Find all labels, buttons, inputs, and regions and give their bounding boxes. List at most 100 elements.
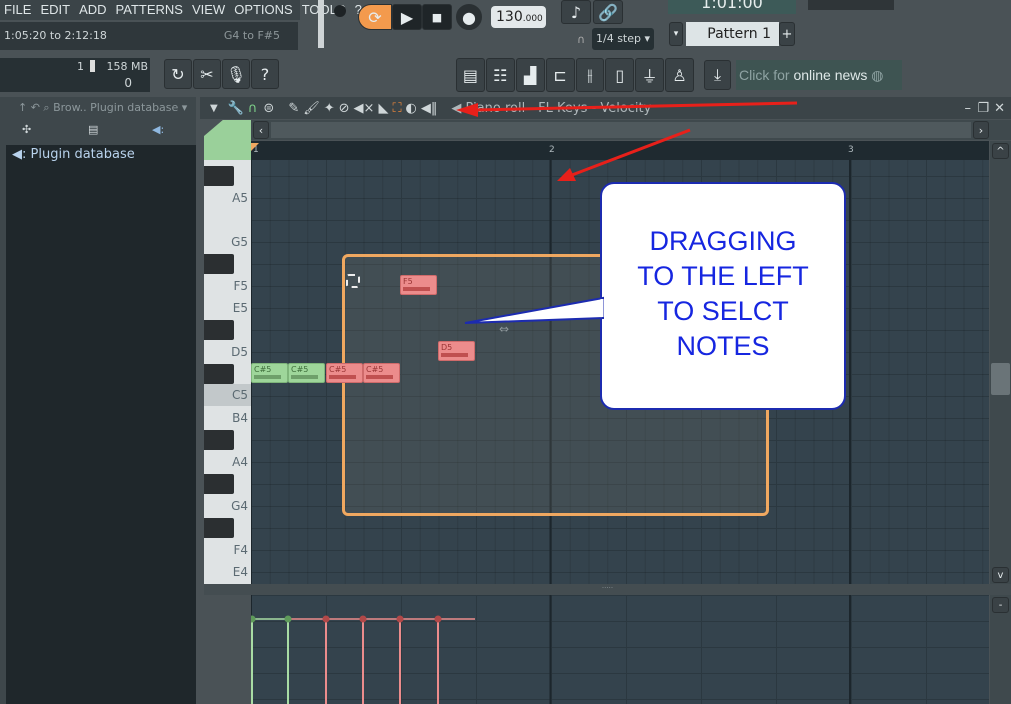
black-key[interactable] bbox=[204, 166, 234, 186]
link-icon[interactable]: 🔗 bbox=[593, 0, 623, 24]
key-label: G5 bbox=[231, 235, 248, 249]
browser-icon[interactable]: ⊏ bbox=[545, 58, 575, 92]
annotation-line: NOTES bbox=[676, 331, 770, 361]
menu-file[interactable]: FILE bbox=[4, 0, 31, 20]
channel-rack-icon[interactable]: ☷ bbox=[485, 58, 515, 92]
mute-icon[interactable]: ◀× bbox=[354, 101, 375, 116]
black-key[interactable] bbox=[204, 364, 234, 384]
note[interactable]: F5 bbox=[400, 275, 437, 295]
microphone-icon[interactable]: 🎙 bbox=[222, 59, 250, 89]
menu-circle-icon[interactable]: ⊜ bbox=[263, 101, 274, 116]
project-icon[interactable]: ▯ bbox=[605, 58, 635, 92]
menu-patterns[interactable]: PATTERNS bbox=[116, 0, 183, 20]
bar-3-label: 3 bbox=[848, 145, 854, 155]
master-pitch-knob[interactable] bbox=[334, 5, 346, 17]
scroll-left-button[interactable]: ‹ bbox=[253, 121, 269, 139]
note[interactable]: C#5 bbox=[251, 363, 288, 383]
polyphony-value: 0 bbox=[124, 76, 132, 90]
horizontal-scrollbar[interactable]: ‹ › bbox=[251, 120, 1011, 140]
pencil-icon[interactable]: ✎ bbox=[288, 101, 299, 116]
scroll-down-button[interactable]: v bbox=[992, 567, 1009, 583]
magnet-icon[interactable]: ∩ bbox=[248, 101, 258, 116]
velocity-zoom-button[interactable]: - bbox=[992, 597, 1009, 613]
select-tool-icon[interactable]: ⛶ bbox=[392, 101, 401, 116]
piano-roll-menu-icon[interactable]: ▼ bbox=[210, 103, 218, 114]
playhead-marker[interactable] bbox=[251, 143, 259, 151]
piano-roll-icon[interactable]: ▟ bbox=[515, 58, 545, 92]
piano-keyboard[interactable]: A5 G5 F5 E5 D5 C5 B4 A4 G4 F4 E4 bbox=[204, 160, 251, 584]
black-key[interactable] bbox=[204, 474, 234, 494]
cut-tools-icon[interactable]: ✂ bbox=[193, 59, 221, 89]
news-prefix: Click for bbox=[739, 67, 794, 83]
black-key[interactable] bbox=[204, 320, 234, 340]
minimize-icon[interactable]: – bbox=[965, 101, 972, 116]
output-monitor bbox=[808, 0, 894, 10]
tool-shortcut-tab[interactable] bbox=[204, 120, 251, 160]
scroll-right-button[interactable]: › bbox=[973, 121, 989, 139]
pattern-prev-button[interactable]: ▾ bbox=[669, 22, 683, 46]
help-icon[interactable]: ? bbox=[251, 59, 279, 89]
note[interactable]: C#5 bbox=[363, 363, 400, 383]
pattern-song-toggle[interactable]: ⟳ bbox=[358, 4, 392, 30]
vertical-scrollbar[interactable]: ^ v bbox=[990, 141, 1011, 585]
waveform-icon[interactable]: ✣ bbox=[22, 123, 31, 136]
event-editor-splitter[interactable]: ····· bbox=[204, 584, 1011, 595]
browser-item-plugin-database[interactable]: ◀: Plugin database bbox=[6, 145, 196, 164]
black-key[interactable] bbox=[204, 430, 234, 450]
maximize-icon[interactable]: ❐ bbox=[977, 101, 989, 116]
playlist-icon[interactable]: ▤ bbox=[456, 58, 485, 92]
browser-item-label: Plugin database bbox=[30, 147, 135, 162]
menu-edit[interactable]: EDIT bbox=[40, 0, 70, 20]
stop-button[interactable]: ■ bbox=[422, 4, 452, 30]
zoom-icon[interactable]: ◐ bbox=[406, 101, 417, 116]
close-icon[interactable]: ✕ bbox=[994, 101, 1005, 116]
slice-icon[interactable]: ◣ bbox=[378, 101, 388, 116]
typing-keyboard-icon[interactable]: ♪ bbox=[561, 0, 591, 24]
files-icon[interactable]: ▤ bbox=[88, 123, 98, 136]
select-cursor-icon bbox=[346, 274, 360, 288]
master-volume-slider[interactable] bbox=[318, 0, 324, 48]
vertical-scroll-thumb[interactable] bbox=[991, 363, 1010, 395]
key-label: E4 bbox=[232, 565, 248, 579]
menu-view[interactable]: VIEW bbox=[192, 0, 225, 20]
paint-brush-icon[interactable]: 🖌 bbox=[303, 101, 320, 116]
tempo-decimal: .000 bbox=[522, 14, 543, 24]
velocity-lane[interactable] bbox=[251, 595, 989, 704]
performance-icon[interactable]: ♙ bbox=[665, 58, 694, 92]
record-button[interactable]: ● bbox=[456, 4, 482, 30]
wrench-icon[interactable]: 🔧 bbox=[228, 101, 244, 116]
mute-tool-icon[interactable]: ⊘ bbox=[339, 101, 350, 116]
key-label: B4 bbox=[232, 411, 248, 425]
hint-note-range: G4 to F#5 bbox=[223, 29, 280, 42]
ram-value: 158 MB bbox=[106, 60, 148, 73]
add-pattern-button[interactable]: + bbox=[779, 22, 795, 46]
play-button[interactable]: ▶ bbox=[392, 4, 422, 30]
velocity-scrollbar[interactable]: - bbox=[990, 595, 1011, 704]
delete-tool-icon[interactable]: ✦ bbox=[324, 101, 335, 116]
cpu-bar bbox=[90, 60, 95, 72]
speaker-icon[interactable]: ◀: bbox=[152, 123, 164, 136]
playback-icon[interactable]: ◀‖ bbox=[421, 101, 438, 116]
velocity-stem bbox=[434, 615, 442, 704]
snap-select[interactable]: 1/4 step ▾ bbox=[592, 28, 654, 50]
horizontal-scroll-thumb[interactable] bbox=[271, 122, 971, 138]
undo-icon[interactable]: ↻ bbox=[164, 59, 192, 89]
mixer-icon[interactable]: ⫲ bbox=[575, 58, 605, 92]
scroll-up-button[interactable]: ^ bbox=[992, 143, 1009, 159]
menu-add[interactable]: ADD bbox=[79, 0, 106, 20]
plugin-icon[interactable]: ⏚ bbox=[635, 58, 665, 92]
key-label: F5 bbox=[233, 279, 248, 293]
pattern-selector[interactable]: Pattern 1 bbox=[686, 22, 779, 46]
tempo-field[interactable]: 130.000 bbox=[491, 6, 546, 28]
black-key[interactable] bbox=[204, 518, 234, 538]
online-news-button[interactable]: Click for online news ◍ bbox=[736, 60, 902, 90]
note[interactable]: C#5 bbox=[326, 363, 363, 383]
resize-cursor-icon: ⇔ bbox=[499, 322, 510, 336]
note[interactable]: D5 bbox=[438, 341, 475, 361]
download-icon[interactable]: ⤓ bbox=[704, 60, 731, 90]
key-label: A4 bbox=[232, 455, 248, 469]
menu-options[interactable]: OPTIONS bbox=[234, 0, 293, 20]
black-key[interactable] bbox=[204, 254, 234, 274]
timeline-ruler[interactable]: 1 2 3 bbox=[251, 141, 989, 160]
note[interactable]: C#5 bbox=[288, 363, 325, 383]
